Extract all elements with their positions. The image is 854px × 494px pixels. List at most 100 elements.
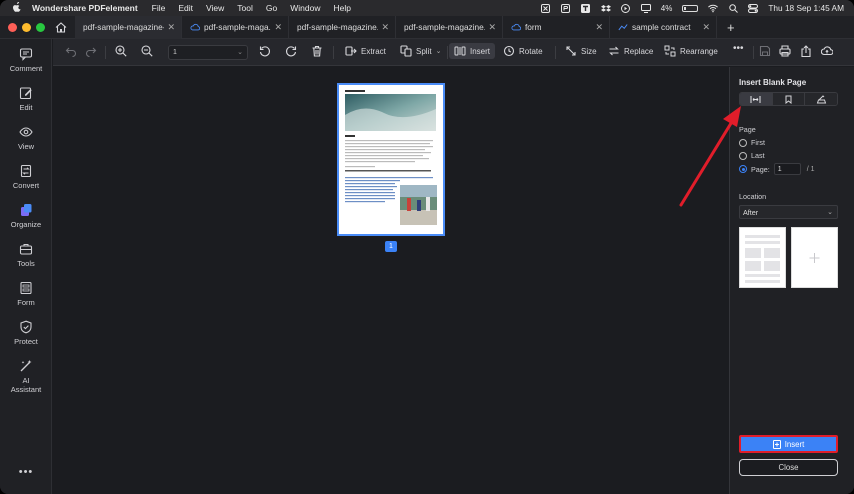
insert-from-file-tab[interactable] [772,93,806,105]
close-icon[interactable]: ✕ [167,22,175,33]
sidebar-item-form[interactable]: Form [0,281,52,307]
tab-pdf-sample-magazine-3[interactable]: pdf-sample-magazine-3 ✕ [75,15,182,39]
toolbox-icon [19,244,33,255]
menu-file[interactable]: File [152,3,166,13]
redo-button[interactable] [85,45,97,57]
print-button[interactable] [779,45,791,57]
radio-specific-page[interactable]: Page: / 1 [739,163,815,175]
window-controls [8,22,45,32]
menu-app-name[interactable]: Wondershare PDFelement [32,3,138,13]
insert-button[interactable]: Insert [739,435,838,453]
battery-icon[interactable] [682,4,699,12]
cloud-upload-button[interactable] [821,45,833,57]
sidebar-item-protect[interactable]: Protect [0,320,52,346]
zoom-window-button[interactable] [36,22,45,32]
menu-help[interactable]: Help [333,3,350,13]
wifi-icon[interactable] [708,4,719,13]
radio-button[interactable] [739,151,747,160]
tab-pdf-sample-magazine-cloud[interactable]: pdf-sample-maga... ✕ [182,15,289,39]
close-icon[interactable]: ✕ [381,22,389,33]
replace-button[interactable]: Replace [608,45,653,57]
menu-edit[interactable]: Edit [178,3,193,13]
location-dropdown-value: After [743,207,759,217]
rotate-button[interactable]: Rotate [503,45,543,57]
close-icon[interactable]: ✕ [274,22,282,33]
save-button[interactable] [759,45,771,57]
radio-first-page[interactable]: First [739,138,765,147]
menu-view[interactable]: View [206,3,224,13]
insert-from-scanner-tab[interactable] [805,93,837,105]
insert-tool-button[interactable]: Insert [449,43,496,59]
radio-last-page[interactable]: Last [739,151,765,160]
organize-icon [21,204,32,216]
minimize-window-button[interactable] [22,22,31,32]
menu-go[interactable]: Go [266,3,277,13]
insert-blank-page-tab[interactable] [740,93,773,105]
toolbar-divider [753,46,754,59]
close-button[interactable]: Close [739,459,838,476]
menubar-status-area: 4% Thu 18 Sep 1:45 AM [541,0,844,16]
rotate-right-button[interactable] [285,45,297,57]
page-preview-image [339,85,443,234]
page-number-input[interactable] [773,163,801,175]
apple-icon[interactable] [12,1,22,15]
zoom-out-button[interactable] [141,45,153,57]
location-dropdown[interactable]: After ⌄ [739,205,838,219]
size-button[interactable]: Size [565,45,597,57]
menu-window[interactable]: Window [290,3,320,13]
sidebar-item-edit[interactable]: Edit [0,86,52,112]
sidebar-item-ai-assistant[interactable]: AI Assistant [0,359,52,394]
shield-icon [20,320,32,334]
tray-app-icon[interactable] [541,3,551,13]
tab-pdf-sample-magazine-2[interactable]: pdf-sample-magazine... ✕ [289,15,396,39]
extract-button[interactable]: Extract [345,45,386,57]
split-button[interactable]: Split ⌄ [400,45,441,57]
delete-button[interactable] [311,45,323,57]
rotate-left-button[interactable] [259,45,271,57]
more-options-icon[interactable]: ••• [0,466,52,478]
menubar-clock[interactable]: Thu 18 Sep 1:45 AM [768,3,844,13]
trash-icon [312,45,322,57]
undo-button[interactable] [65,45,77,57]
macos-menubar: Wondershare PDFelement File Edit View To… [0,0,854,16]
page-selector-value: 1 [173,49,177,56]
new-tab-button[interactable]: + [727,20,735,35]
sidebar-item-label: Convert [12,181,40,190]
tab-sample-contract[interactable]: sample contract ✕ [610,15,717,39]
control-center-icon[interactable] [748,3,759,13]
chevron-down-icon: ⌄ [435,48,442,55]
tray-play-icon[interactable] [621,3,631,13]
close-icon[interactable]: ✕ [702,22,710,33]
search-icon[interactable] [728,3,738,13]
sidebar-item-convert[interactable]: Convert [0,164,52,190]
page-thumbnail[interactable] [337,83,445,236]
close-icon[interactable]: ✕ [488,22,496,33]
rearrange-button[interactable]: Rearrange [664,45,718,57]
sidebar-item-comment[interactable]: Comment [0,47,52,73]
tray-pdf-icon[interactable] [561,3,571,13]
home-icon[interactable] [55,21,67,33]
page-selector[interactable]: 1 ⌄ [168,45,248,60]
close-button-label: Close [778,463,799,472]
sidebar-item-label: View [17,142,35,151]
sidebar-item-organize[interactable]: Organize [0,203,52,229]
tray-monitor-icon[interactable] [640,3,651,13]
tab-form[interactable]: form ✕ [503,15,610,39]
share-button[interactable] [800,45,812,57]
insert-tool-label: Insert [470,46,491,56]
zoom-in-button[interactable] [115,45,127,57]
menu-tool[interactable]: Tool [237,3,253,13]
close-icon[interactable]: ✕ [595,22,603,33]
sidebar-item-tools[interactable]: Tools [0,242,52,268]
tab-pdf-sample-magazine-4[interactable]: pdf-sample-magazine... ✕ [396,15,503,39]
radio-button[interactable] [739,138,747,147]
radio-button-selected[interactable] [739,165,747,173]
sidebar-item-view[interactable]: View [0,125,52,151]
page-template-lined[interactable] [739,227,786,288]
radio-last-label: Last [751,151,765,160]
close-window-button[interactable] [8,22,17,32]
more-options-icon[interactable]: ••• [733,43,744,54]
tray-dropbox-icon[interactable] [600,4,611,13]
tray-text-icon[interactable] [581,3,591,13]
page-template-blank[interactable] [791,227,838,288]
